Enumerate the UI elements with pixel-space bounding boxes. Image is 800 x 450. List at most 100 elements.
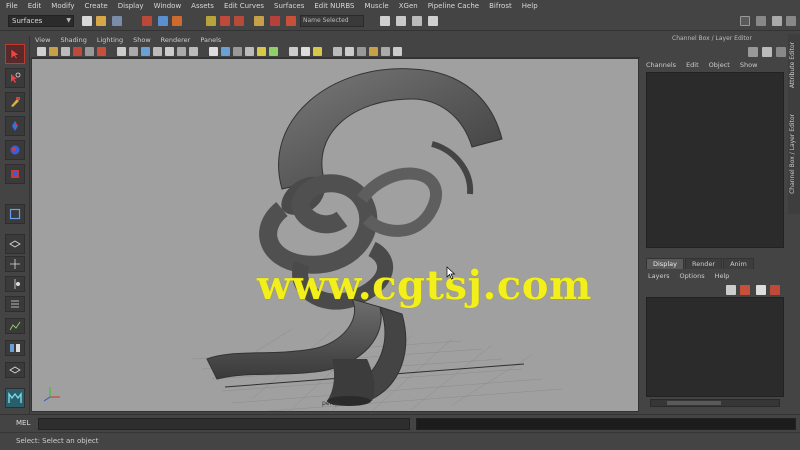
panel-menu-shading[interactable]: Shading xyxy=(60,36,86,44)
layer-scrollbar[interactable] xyxy=(650,399,780,407)
textured-icon[interactable] xyxy=(245,47,254,56)
two-d-pan-icon[interactable] xyxy=(85,47,94,56)
layer-menu-help[interactable]: Help xyxy=(715,272,730,280)
ambient-occlusion-icon[interactable] xyxy=(333,47,342,56)
panel-menu-view[interactable]: View xyxy=(35,36,50,44)
channel-menu-channels[interactable]: Channels xyxy=(646,61,676,69)
bookmark-icon[interactable] xyxy=(61,47,70,56)
xray-icon[interactable] xyxy=(301,47,310,56)
gate-mask-icon[interactable] xyxy=(153,47,162,56)
menu-pipeline-cache[interactable]: Pipeline Cache xyxy=(428,2,479,10)
menu-set-dropdown[interactable]: Surfaces xyxy=(8,15,74,27)
layer-list-area[interactable] xyxy=(646,297,784,397)
menu-muscle[interactable]: Muscle xyxy=(365,2,389,10)
menu-assets[interactable]: Assets xyxy=(191,2,214,10)
lasso-tool-button[interactable] xyxy=(5,68,25,88)
safe-action-icon[interactable] xyxy=(177,47,186,56)
channel-menu-edit[interactable]: Edit xyxy=(686,61,699,69)
tab-anim[interactable]: Anim xyxy=(723,258,754,269)
channel-display-icon[interactable] xyxy=(748,47,758,57)
safe-title-icon[interactable] xyxy=(189,47,198,56)
xray-joints-icon[interactable] xyxy=(313,47,322,56)
channel-settings-icon[interactable] xyxy=(762,47,772,57)
channel-menu-object[interactable]: Object xyxy=(709,61,730,69)
panel-menu-lighting[interactable]: Lighting xyxy=(97,36,123,44)
ipr-render-icon[interactable] xyxy=(396,16,406,26)
snap-view-plane-icon[interactable] xyxy=(254,16,264,26)
isolate-select-icon[interactable] xyxy=(289,47,298,56)
grid-toggle-icon[interactable] xyxy=(117,47,126,56)
wireframe-icon[interactable] xyxy=(209,47,218,56)
layout-two-view-button[interactable] xyxy=(5,276,25,292)
grease-pencil-icon[interactable] xyxy=(97,47,106,56)
channel-box-area[interactable] xyxy=(646,72,784,248)
channel-menu-show[interactable]: Show xyxy=(740,61,758,69)
new-layer-icon[interactable] xyxy=(726,285,736,295)
render-settings-icon[interactable] xyxy=(412,16,422,26)
paint-select-tool-button[interactable] xyxy=(5,92,25,112)
mel-label[interactable]: MEL xyxy=(16,419,30,427)
menu-edit-nurbs[interactable]: Edit NURBS xyxy=(314,2,354,10)
render-frame-icon[interactable] xyxy=(380,16,390,26)
gamma-icon[interactable] xyxy=(381,47,390,56)
layout-outliner-button[interactable] xyxy=(5,296,25,312)
new-scene-icon[interactable] xyxy=(82,16,92,26)
snap-curve-icon[interactable] xyxy=(220,16,230,26)
make-live-icon[interactable] xyxy=(270,16,280,26)
menu-bifrost[interactable]: Bifrost xyxy=(489,2,512,10)
field-chart-icon[interactable] xyxy=(165,47,174,56)
menu-help[interactable]: Help xyxy=(522,2,538,10)
menu-create[interactable]: Create xyxy=(84,2,107,10)
select-tool-button[interactable] xyxy=(5,44,25,64)
scale-tool-button[interactable] xyxy=(5,164,25,184)
tab-display[interactable]: Display xyxy=(646,258,684,269)
panel-menu-renderer[interactable]: Renderer xyxy=(161,36,191,44)
last-tool-button[interactable] xyxy=(5,204,25,224)
layout-graph-button[interactable] xyxy=(5,318,25,334)
move-layer-up-icon[interactable] xyxy=(756,285,766,295)
snap-point-icon[interactable] xyxy=(234,16,244,26)
rotate-tool-button[interactable] xyxy=(5,140,25,160)
tab-attribute-editor[interactable]: Attribute Editor xyxy=(789,42,799,88)
maya-logo-button[interactable] xyxy=(5,388,25,408)
anti-aliasing-icon[interactable] xyxy=(357,47,366,56)
use-all-lights-icon[interactable] xyxy=(257,47,266,56)
menu-edit[interactable]: Edit xyxy=(28,2,42,10)
camera-attributes-icon[interactable] xyxy=(49,47,58,56)
name-selected-field[interactable]: Name Selected xyxy=(300,15,364,27)
select-hierarchy-icon[interactable] xyxy=(142,16,152,26)
layout-channel-icon[interactable] xyxy=(772,16,782,26)
select-camera-icon[interactable] xyxy=(37,47,46,56)
color-management-icon[interactable] xyxy=(393,47,402,56)
tab-channel-box[interactable]: Channel Box / Layer Editor xyxy=(789,114,799,194)
menu-modify[interactable]: Modify xyxy=(51,2,74,10)
layout-tool-settings-icon[interactable] xyxy=(786,16,796,26)
shadows-icon[interactable] xyxy=(269,47,278,56)
panel-menu-panels[interactable]: Panels xyxy=(200,36,221,44)
menu-edit-curves[interactable]: Edit Curves xyxy=(224,2,264,10)
menu-window[interactable]: Window xyxy=(154,2,182,10)
menu-xgen[interactable]: XGen xyxy=(399,2,418,10)
save-scene-icon[interactable] xyxy=(112,16,122,26)
smooth-shade-icon[interactable] xyxy=(221,47,230,56)
image-plane-icon[interactable] xyxy=(73,47,82,56)
layout-render-button[interactable] xyxy=(5,362,25,378)
select-component-icon[interactable] xyxy=(172,16,182,26)
open-scene-icon[interactable] xyxy=(96,16,106,26)
history-icon[interactable] xyxy=(286,16,296,26)
menu-file[interactable]: File xyxy=(6,2,18,10)
hypershade-icon[interactable] xyxy=(428,16,438,26)
layout-four-view-button[interactable] xyxy=(5,256,25,272)
channel-help-icon[interactable] xyxy=(776,47,786,57)
menu-display[interactable]: Display xyxy=(118,2,144,10)
layer-scrollbar-thumb[interactable] xyxy=(667,401,721,405)
move-layer-down-icon[interactable] xyxy=(770,285,780,295)
panel-menu-show[interactable]: Show xyxy=(133,36,151,44)
snap-grid-icon[interactable] xyxy=(206,16,216,26)
move-tool-button[interactable] xyxy=(5,116,25,136)
layout-single-icon[interactable] xyxy=(740,16,750,26)
depth-of-field-icon[interactable] xyxy=(369,47,378,56)
layer-menu-options[interactable]: Options xyxy=(680,272,705,280)
layout-hypershade-button[interactable] xyxy=(5,340,25,356)
perspective-viewport[interactable]: persp www.cgtsj.com xyxy=(31,58,639,412)
